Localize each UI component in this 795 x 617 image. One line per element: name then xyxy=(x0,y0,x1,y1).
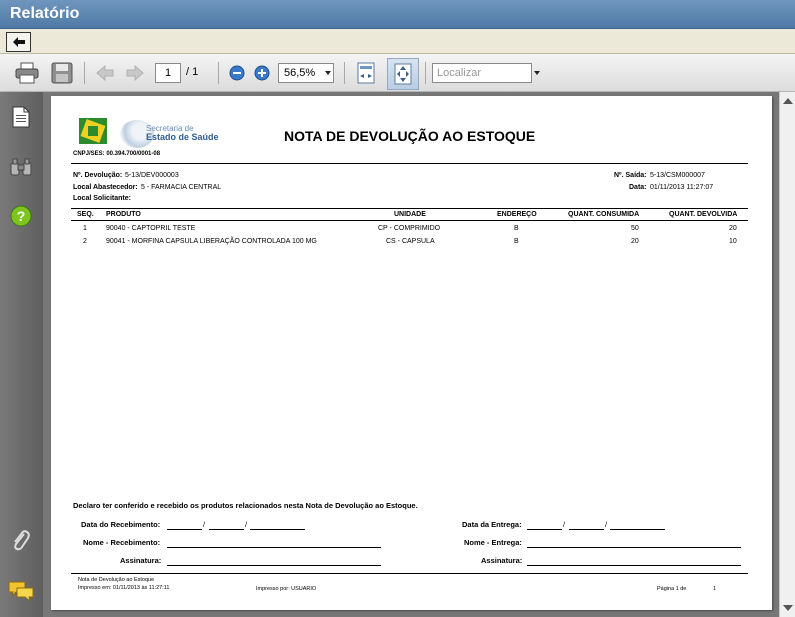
cnpj: CNPJ/SES: 00.394.700/0001-08 xyxy=(73,151,161,157)
help-icon: ? xyxy=(10,205,32,227)
floppy-disk-icon xyxy=(51,62,73,84)
report-page: Secretaria de Estado de Saúde NOTA DE DE… xyxy=(51,96,772,610)
row-endereco: B xyxy=(514,238,519,245)
row-produto: 90040 - CAPTOPRIL TESTE xyxy=(106,225,196,232)
zoom-value: 56,5% xyxy=(284,67,316,79)
date-separator: / xyxy=(203,520,206,529)
row-devolvida: 10 xyxy=(729,238,737,245)
arrow-left-icon xyxy=(12,37,25,47)
print-button[interactable] xyxy=(14,61,40,85)
fit-width-button[interactable] xyxy=(354,61,378,85)
row-produto: 90041 - MORFINA CAPSULA LIBERAÇÃO CONTRO… xyxy=(106,238,317,245)
footer-pagina: Página 1 de xyxy=(657,586,687,592)
saida-label: Nº. Saída: xyxy=(614,172,647,179)
column-header-produto: PRODUTO xyxy=(106,211,141,218)
column-header-quant-consumida: QUANT. CONSUMIDA xyxy=(568,211,640,218)
scroll-up-icon[interactable] xyxy=(783,98,793,104)
scroll-down-icon[interactable] xyxy=(783,605,793,611)
fit-page-icon xyxy=(394,63,412,85)
navigation-bar xyxy=(0,29,795,54)
logo-line2: Estado de Saúde xyxy=(146,132,219,142)
row-consumida: 50 xyxy=(631,225,639,232)
zoom-in-button[interactable] xyxy=(253,61,271,85)
local-abastecedor-value: 5 - FARMACIA CENTRAL xyxy=(141,184,222,191)
page-total: / 1 xyxy=(186,66,199,78)
chevron-down-icon xyxy=(325,71,331,75)
binoculars-icon xyxy=(10,158,32,176)
report-title: NOTA DE DEVOLUÇÃO AO ESTOQUE xyxy=(284,128,536,144)
paperclip-icon xyxy=(14,530,30,551)
row-unidade: CS - CAPSULA xyxy=(386,238,435,245)
comments-icon xyxy=(8,581,34,602)
column-header-seq: SEQ. xyxy=(77,211,94,218)
page-number-input[interactable]: 1 xyxy=(155,63,181,83)
attachments-button[interactable] xyxy=(8,528,34,554)
side-panel: ? xyxy=(0,92,43,617)
pages-button[interactable] xyxy=(8,104,34,130)
zoom-out-button[interactable] xyxy=(228,61,246,85)
report-toolbar: 1 / 1 56,5% Localizar xyxy=(0,54,795,92)
printer-icon xyxy=(15,62,39,84)
column-header-quant-devolvida: QUANT. DEVOLVIDA xyxy=(669,211,738,218)
row-unidade: CP - COMPRIMIDO xyxy=(378,225,441,232)
window-title: Relatório xyxy=(10,5,80,22)
arrow-right-icon xyxy=(126,64,144,82)
row-seq: 2 xyxy=(83,238,87,245)
row-seq: 1 xyxy=(83,225,87,232)
vertical-scrollbar[interactable] xyxy=(779,92,795,617)
saida-value: 5-13/CSM000007 xyxy=(650,172,705,179)
assinatura-right-label: Assinatura: xyxy=(481,556,523,565)
previous-page-button[interactable] xyxy=(94,61,116,85)
window-title-bar: Relatório xyxy=(0,0,795,29)
fit-page-button[interactable] xyxy=(387,58,419,90)
comments-button[interactable] xyxy=(8,578,34,604)
arrow-left-icon xyxy=(96,64,114,82)
local-abastecedor-label: Local Abastecedor: xyxy=(73,184,138,191)
zoom-out-icon xyxy=(229,65,245,81)
save-button[interactable] xyxy=(50,61,74,85)
nome-entrega-label: Nome - Entrega: xyxy=(464,538,522,547)
local-solicitante-label: Local Solicitante: xyxy=(73,195,131,202)
footer-impresso-em: Impresso em: 01/11/2013 às 11:27:11 xyxy=(78,585,170,591)
fit-width-icon xyxy=(357,62,375,84)
help-button[interactable]: ? xyxy=(8,203,34,229)
data-value: 01/11/2013 11:27:07 xyxy=(650,184,714,191)
declaration-text: Declaro ter conferido e recebido os prod… xyxy=(73,501,418,510)
row-devolvida: 20 xyxy=(729,225,737,232)
footer-impresso-por: Impresso por: USUARIO xyxy=(256,586,317,592)
svg-text:?: ? xyxy=(17,208,26,224)
next-page-button[interactable] xyxy=(124,61,146,85)
document-icon xyxy=(12,106,30,128)
assinatura-left-label: Assinatura: xyxy=(120,556,162,565)
devolucao-label: Nº. Devolução: xyxy=(73,172,123,179)
data-entrega-label: Data da Entrega: xyxy=(462,520,522,529)
data-recebimento-label: Data do Recebimento: xyxy=(81,520,161,529)
date-separator: / xyxy=(605,520,608,529)
secretaria-logo: Secretaria de Estado de Saúde xyxy=(120,118,220,152)
date-separator: / xyxy=(245,520,248,529)
zoom-in-icon xyxy=(254,65,270,81)
back-button[interactable] xyxy=(6,32,31,52)
devolucao-value: 5-13/DEV000003 xyxy=(125,172,179,179)
nome-recebimento-label: Nome - Recebimento: xyxy=(83,538,161,547)
date-separator: / xyxy=(563,520,566,529)
data-label: Data: xyxy=(629,184,647,191)
footer-title: Nota de Devolução ao Estoque xyxy=(78,577,155,583)
row-endereco: B xyxy=(514,225,519,232)
zoom-select[interactable]: 56,5% xyxy=(278,63,334,83)
find-input[interactable]: Localizar xyxy=(432,63,532,83)
find-button[interactable] xyxy=(8,154,34,180)
column-header-endereco: ENDEREÇO xyxy=(497,211,537,218)
row-consumida: 20 xyxy=(631,238,639,245)
chevron-down-icon[interactable] xyxy=(534,71,540,75)
column-header-unidade: UNIDADE xyxy=(394,211,426,218)
state-flag-logo xyxy=(79,118,107,144)
footer-pagina-total: 1 xyxy=(713,586,717,592)
